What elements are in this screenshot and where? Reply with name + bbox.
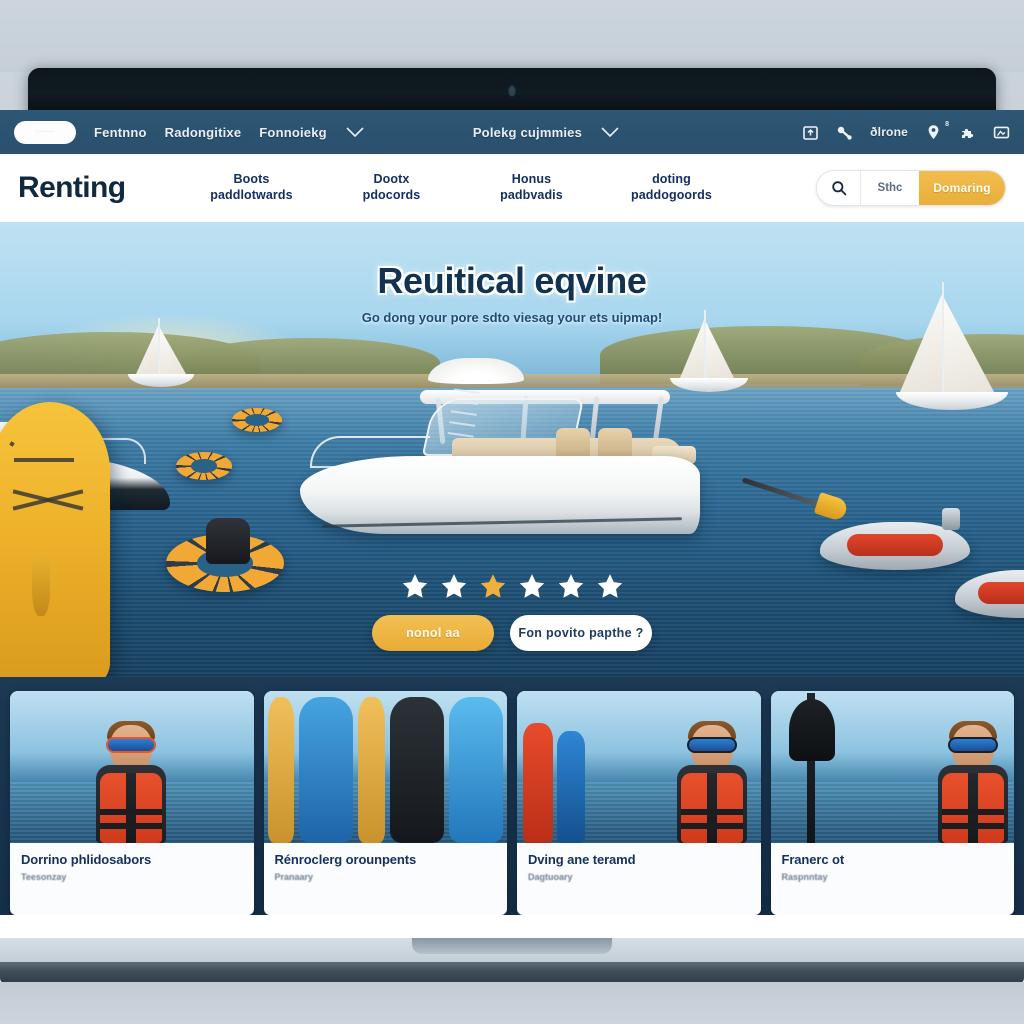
card-image-diver [10,691,254,843]
nav-item-1-line1: Boots [233,172,270,187]
star-1[interactable] [400,572,430,601]
outboard-motor-icon [942,508,960,530]
card-image-paddler [770,691,1014,843]
star-5[interactable] [556,572,586,601]
desk-surface-bottom [0,982,1024,1024]
nav-item-2-line2: pdocords [362,188,421,202]
card-title: Rénroclerg orounpents [274,852,417,867]
hero-primary-button[interactable]: nonol aa [372,615,494,651]
browser-screen: ········· Fentnno Radongitixe Fonnoiekg … [0,110,1024,982]
laptop-device: ········· Fentnno Radongitixe Fonnoiekg … [0,0,1024,1024]
webcam-icon [509,86,515,96]
chrome-link-2[interactable]: Radongitixe [165,125,242,140]
hero-title: Reuitical eqvine [377,260,647,301]
laptop-hinge-notch [412,938,612,954]
diver-figure [659,721,761,843]
site-header: Renting Boots paddlotwards Dootx pdocord… [0,154,1024,222]
nav-item-3[interactable]: Honus padbvadis [461,172,601,203]
boat-umbrella [428,358,524,384]
card-body: Franerc ot Raspnntay [771,843,1015,882]
star-3[interactable] [478,572,508,601]
browser-tab[interactable]: ········· [14,120,76,144]
browser-tab-label: ········· [35,129,55,135]
nav-item-4[interactable]: doting paddogoords [601,172,741,203]
nav-item-3-line2: padbvadis [500,188,563,202]
rating-stars[interactable] [0,572,1024,601]
wetsuit-bundle [206,518,250,564]
nav-item-4-line2: paddogoords [630,188,712,202]
star-6[interactable] [595,572,625,601]
main-navigation: Boots paddlotwards Dootx pdocords Honus … [181,172,741,203]
chrome-link-1[interactable]: Fentnno [94,125,147,140]
toolbar-text-label[interactable]: ðlrone [870,125,908,139]
category-card[interactable]: Dving ane teramd Dagtuoary [517,691,761,915]
hero-cta-block: nonol aa Fon povito papthe ? [0,572,1024,651]
laptop-lid: ········· Fentnno Radongitixe Fonnoiekg … [0,68,1024,982]
card-title: Dorrino phlidosabors [21,852,152,867]
category-card[interactable]: Dorrino phlidosabors Teesonzay [10,691,254,915]
nav-item-1[interactable]: Boots paddlotwards [181,172,321,203]
motorboat-hero [300,352,700,542]
hero-banner: Reuitical eqvine Go dong your pore sdto … [0,222,1024,677]
kayak-blue [557,731,585,843]
search-input[interactable]: Sthc [861,182,919,194]
diver-figure [78,721,186,843]
card-body: Dving ane teramd Dagtuoary [517,843,761,882]
sailboat-left [120,318,200,394]
card-subtitle: Dagtuoary [528,872,573,882]
dinghy-1 [820,508,970,570]
card-body: Dorrino phlidosabors Teesonzay [10,843,254,882]
life-ring-1 [232,408,282,432]
card-title: Franerc ot [781,852,845,867]
upload-box-icon[interactable] [802,124,819,141]
window-icon[interactable] [993,124,1010,141]
card-subtitle: Raspnntay [781,872,828,882]
card-body: Rénroclerg orounpents Pranaary [264,843,508,882]
search-bar[interactable]: Sthc Domaring [816,170,1006,206]
hero-buttons: nonol aa Fon povito papthe ? [0,615,1024,651]
paddleboard-row [264,691,508,843]
search-icon[interactable] [817,171,861,205]
location-pin-wrap[interactable]: 8 [925,121,949,141]
hero-subtitle: Go dong your pore sdto viesag your ets u… [361,310,663,325]
pin-badge: 8 [945,120,949,128]
category-card[interactable]: Franerc ot Raspnntay [770,691,1015,915]
nav-item-2-line1: Dootx [373,172,410,187]
browser-toolbar-icons: ðlrone 8 [802,110,1010,154]
location-pin-icon[interactable] [925,124,942,141]
key-icon[interactable] [836,124,853,141]
card-image-paddleboards [263,691,508,843]
paddle-blade [788,699,835,761]
chrome-link-4[interactable]: Polekg cujmmies [473,125,582,140]
nav-item-4-line1: doting [652,172,691,187]
card-subtitle: Teesonzay [21,872,67,882]
browser-toolbar: ········· Fentnno Radongitixe Fonnoiekg … [0,110,1024,154]
card-subtitle: Pranaary [274,872,314,882]
chrome-link-3[interactable]: Fonnoiekg [259,125,327,140]
puzzle-icon[interactable] [959,124,976,141]
chevron-down-icon[interactable] [345,126,365,138]
nav-item-2[interactable]: Dootx pdocords [321,172,461,203]
life-ring-2 [176,452,232,480]
star-4[interactable] [517,572,547,601]
card-image-kayaks-diver [517,691,761,843]
screen-bezel-top [28,68,996,110]
desk-surface-top [0,0,1024,72]
hero-secondary-button[interactable]: Fon povito papthe ? [510,615,652,651]
star-2[interactable] [439,572,469,601]
category-card[interactable]: Rénroclerg orounpents Pranaary [263,691,508,915]
search-submit-button[interactable]: Domaring [919,171,1005,205]
nav-item-1-line2: paddlotwards [210,188,293,202]
category-card-strip: Dorrino phlidosabors Teesonzay Rénrocler… [0,677,1024,915]
kayak-red [523,723,553,843]
chevron-down-icon-2[interactable] [600,126,620,138]
hero-text-block: Reuitical eqvine Go dong your pore sdto … [0,260,1024,325]
nav-item-3-line1: Honus [511,172,552,187]
paddler-figure [920,721,1014,843]
card-title: Dving ane teramd [528,852,636,867]
site-logo[interactable]: Renting [18,171,126,205]
laptop-base-edge [0,962,1024,984]
